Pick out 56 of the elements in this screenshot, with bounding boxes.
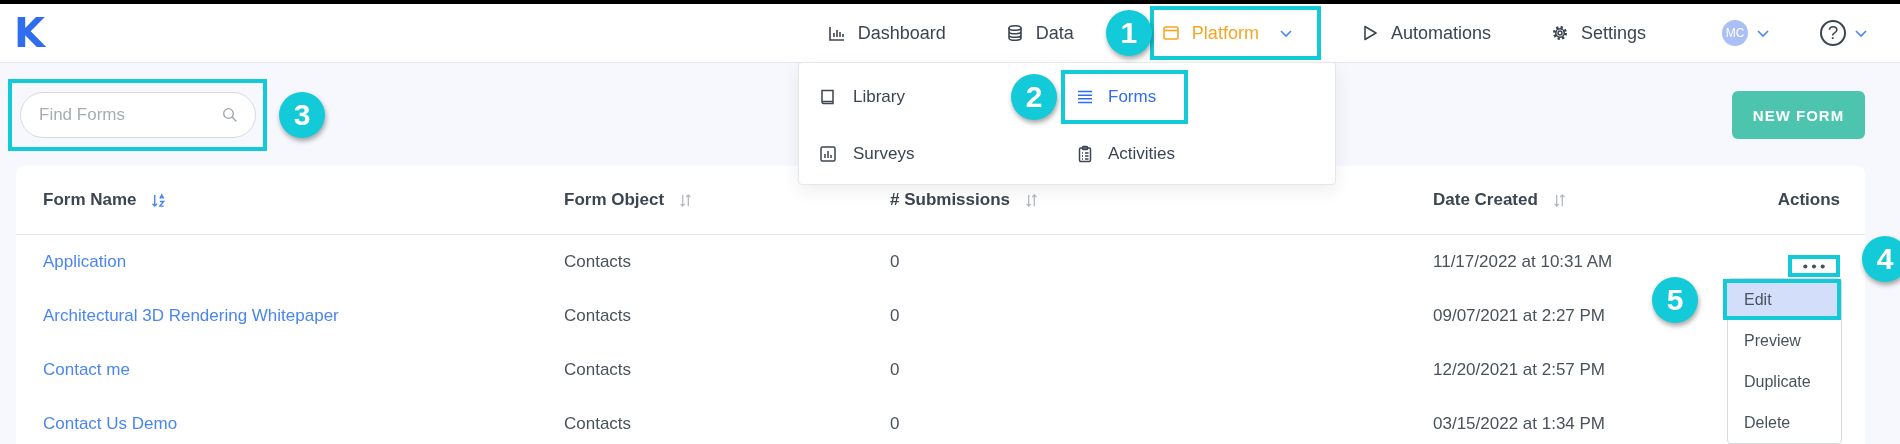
logo[interactable]: K: [14, 13, 45, 53]
bar-chart-icon: [827, 24, 846, 42]
callout-badge: 1: [1105, 10, 1152, 56]
ellipsis-icon: [1801, 262, 1827, 270]
menu-item[interactable]: Preview: [1728, 320, 1841, 361]
table-cell: 09/07/2021 at 2:27 PM: [1433, 306, 1606, 326]
table-cell: 11/17/2022 at 10:31 AM: [1433, 252, 1613, 272]
sort-icon[interactable]: [150, 192, 166, 208]
form-name-link[interactable]: Contact me: [43, 360, 130, 380]
nav-item[interactable]: Settings: [1550, 6, 1646, 60]
table-cell: 0: [890, 252, 900, 272]
nav-item[interactable]: Data: [1005, 6, 1074, 60]
column-header: Form Name: [43, 190, 137, 210]
help-icon: ?: [1820, 20, 1846, 46]
settings-icon: [1550, 24, 1569, 42]
form-name-link[interactable]: Application: [43, 252, 127, 272]
form-name-link[interactable]: Architectural 3D Rendering Whitepaper: [43, 306, 339, 326]
avatar: MC: [1722, 20, 1748, 46]
table-cell: 12/20/2021 at 2:57 PM: [1433, 360, 1606, 380]
table-cell: 0: [890, 360, 900, 380]
table-cell: 0: [890, 306, 900, 326]
window-icon: [1161, 24, 1180, 42]
column-header: Actions: [1777, 190, 1840, 210]
nav-item[interactable]: Dashboard: [827, 6, 946, 60]
table-cell: Contacts: [564, 360, 632, 380]
menu-item[interactable]: Delete: [1728, 402, 1841, 443]
sort-icon[interactable]: [1551, 192, 1567, 208]
table-cell: 03/15/2022 at 1:34 PM: [1433, 414, 1606, 434]
menu-item[interactable]: Duplicate: [1728, 361, 1841, 402]
table-cell: Contacts: [564, 306, 632, 326]
menu-item[interactable]: Surveys: [819, 143, 915, 164]
form-name-link[interactable]: Contact Us Demo: [43, 414, 178, 434]
column-header: Date Created: [1433, 190, 1538, 210]
table-cell: 0: [890, 414, 900, 434]
callout-badge: 2: [1011, 73, 1057, 120]
menu-item[interactable]: Library: [819, 86, 905, 107]
help-menu[interactable]: ?: [1820, 20, 1868, 46]
menu-item[interactable]: Edit: [1723, 279, 1841, 320]
search-field[interactable]: Find Forms: [8, 79, 267, 151]
database-icon: [1005, 24, 1024, 42]
book-icon: [819, 87, 837, 106]
table-cell: Contacts: [564, 414, 632, 434]
nav-item[interactable]: Automations: [1360, 6, 1491, 60]
callout-badge: 3: [279, 92, 325, 138]
menu-item[interactable]: Forms: [1061, 69, 1189, 124]
sort-icon[interactable]: [678, 192, 694, 208]
clipboard-icon: [1076, 144, 1094, 163]
table-cell: Contacts: [564, 252, 632, 272]
column-header: # Submissions: [890, 190, 1010, 210]
menu-item[interactable]: Activities: [1061, 143, 1176, 164]
more-actions-button[interactable]: [1788, 255, 1840, 277]
column-header: Form Object: [564, 190, 665, 210]
callout-badge: 5: [1652, 276, 1698, 323]
report-icon: [819, 144, 837, 163]
sort-icon[interactable]: [1024, 192, 1039, 208]
callout-badge: 4: [1862, 236, 1900, 282]
